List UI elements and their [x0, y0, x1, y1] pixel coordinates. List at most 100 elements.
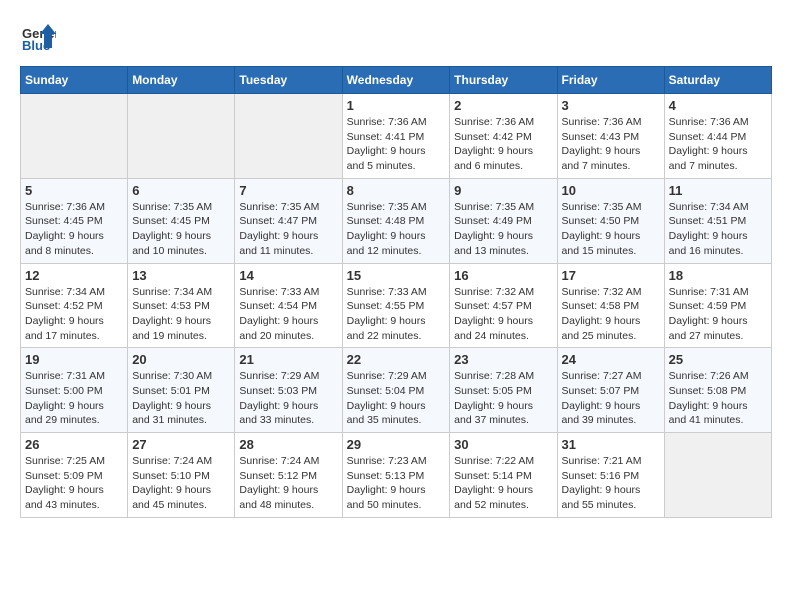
day-info: Sunrise: 7:35 AMSunset: 4:45 PMDaylight:…	[132, 200, 230, 259]
day-number: 29	[347, 437, 446, 452]
calendar-cell: 19 Sunrise: 7:31 AMSunset: 5:00 PMDayligh…	[21, 348, 128, 433]
calendar-cell: 3 Sunrise: 7:36 AMSunset: 4:43 PMDaylight…	[557, 94, 664, 179]
day-info: Sunrise: 7:22 AMSunset: 5:14 PMDaylight:…	[454, 454, 552, 513]
day-info: Sunrise: 7:21 AMSunset: 5:16 PMDaylight:…	[562, 454, 660, 513]
day-info: Sunrise: 7:35 AMSunset: 4:50 PMDaylight:…	[562, 200, 660, 259]
calendar-cell: 11Sunrise: 7:34 AMSunset: 4:51 PMDayligh…	[664, 178, 771, 263]
day-header-sunday: Sunday	[21, 67, 128, 94]
calendar-cell: 13Sunrise: 7:34 AMSunset: 4:53 PMDayligh…	[128, 263, 235, 348]
day-info: Sunrise: 7:36 AMSunset: 4:44 PMDaylight:…	[669, 115, 767, 174]
week-row-4: 26 Sunrise: 7:25 AMSunset: 5:09 PMDayligh…	[21, 433, 772, 518]
header-row: SundayMondayTuesdayWednesdayThursdayFrid…	[21, 67, 772, 94]
calendar-cell: 15 Sunrise: 7:33 AMSunset: 4:55 PMDayligh…	[342, 263, 450, 348]
calendar-cell: 17 Sunrise: 7:32 AMSunset: 4:58 PMDayligh…	[557, 263, 664, 348]
day-number: 25	[669, 352, 767, 367]
day-number: 22	[347, 352, 446, 367]
day-header-thursday: Thursday	[450, 67, 557, 94]
day-header-friday: Friday	[557, 67, 664, 94]
day-header-tuesday: Tuesday	[235, 67, 342, 94]
day-number: 3	[562, 98, 660, 113]
day-info: Sunrise: 7:36 AMSunset: 4:45 PMDaylight:…	[25, 200, 123, 259]
week-row-0: 1 Sunrise: 7:36 AMSunset: 4:41 PMDaylight…	[21, 94, 772, 179]
day-number: 30	[454, 437, 552, 452]
day-number: 8	[347, 183, 446, 198]
calendar-cell: 29 Sunrise: 7:23 AMSunset: 5:13 PMDayligh…	[342, 433, 450, 518]
day-number: 27	[132, 437, 230, 452]
calendar-cell: 9Sunrise: 7:35 AMSunset: 4:49 PMDaylight…	[450, 178, 557, 263]
calendar-cell: 24 Sunrise: 7:27 AMSunset: 5:07 PMDayligh…	[557, 348, 664, 433]
day-number: 6	[132, 183, 230, 198]
day-number: 28	[239, 437, 337, 452]
calendar-cell: 20 Sunrise: 7:30 AMSunset: 5:01 PMDayligh…	[128, 348, 235, 433]
calendar-cell: 16 Sunrise: 7:32 AMSunset: 4:57 PMDayligh…	[450, 263, 557, 348]
calendar-cell: 10Sunrise: 7:35 AMSunset: 4:50 PMDayligh…	[557, 178, 664, 263]
calendar-cell: 31Sunrise: 7:21 AMSunset: 5:16 PMDayligh…	[557, 433, 664, 518]
day-number: 2	[454, 98, 552, 113]
calendar-cell: 30 Sunrise: 7:22 AMSunset: 5:14 PMDayligh…	[450, 433, 557, 518]
logo-icon: General Blue	[20, 20, 56, 56]
day-number: 21	[239, 352, 337, 367]
day-info: Sunrise: 7:36 AMSunset: 4:41 PMDaylight:…	[347, 115, 446, 174]
day-info: Sunrise: 7:25 AMSunset: 5:09 PMDaylight:…	[25, 454, 123, 513]
day-number: 20	[132, 352, 230, 367]
calendar-cell	[235, 94, 342, 179]
calendar-cell: 22 Sunrise: 7:29 AMSunset: 5:04 PMDayligh…	[342, 348, 450, 433]
day-info: Sunrise: 7:29 AMSunset: 5:04 PMDaylight:…	[347, 369, 446, 428]
day-number: 4	[669, 98, 767, 113]
calendar-cell: 2 Sunrise: 7:36 AMSunset: 4:42 PMDaylight…	[450, 94, 557, 179]
calendar-cell: 25 Sunrise: 7:26 AMSunset: 5:08 PMDayligh…	[664, 348, 771, 433]
calendar-cell	[128, 94, 235, 179]
day-number: 5	[25, 183, 123, 198]
day-number: 26	[25, 437, 123, 452]
day-info: Sunrise: 7:32 AMSunset: 4:57 PMDaylight:…	[454, 285, 552, 344]
calendar-table: SundayMondayTuesdayWednesdayThursdayFrid…	[20, 66, 772, 518]
day-header-monday: Monday	[128, 67, 235, 94]
calendar-cell: 18 Sunrise: 7:31 AMSunset: 4:59 PMDayligh…	[664, 263, 771, 348]
day-number: 14	[239, 268, 337, 283]
calendar-cell: 4 Sunrise: 7:36 AMSunset: 4:44 PMDaylight…	[664, 94, 771, 179]
day-number: 11	[669, 183, 767, 198]
calendar-cell: 26 Sunrise: 7:25 AMSunset: 5:09 PMDayligh…	[21, 433, 128, 518]
calendar-cell: 27 Sunrise: 7:24 AMSunset: 5:10 PMDayligh…	[128, 433, 235, 518]
calendar-cell: 23 Sunrise: 7:28 AMSunset: 5:05 PMDayligh…	[450, 348, 557, 433]
day-number: 23	[454, 352, 552, 367]
week-row-2: 12 Sunrise: 7:34 AMSunset: 4:52 PMDayligh…	[21, 263, 772, 348]
day-info: Sunrise: 7:28 AMSunset: 5:05 PMDaylight:…	[454, 369, 552, 428]
day-number: 15	[347, 268, 446, 283]
day-info: Sunrise: 7:31 AMSunset: 5:00 PMDaylight:…	[25, 369, 123, 428]
day-number: 19	[25, 352, 123, 367]
day-number: 16	[454, 268, 552, 283]
calendar-cell	[664, 433, 771, 518]
day-header-wednesday: Wednesday	[342, 67, 450, 94]
day-number: 1	[347, 98, 446, 113]
day-info: Sunrise: 7:34 AMSunset: 4:52 PMDaylight:…	[25, 285, 123, 344]
calendar-cell: 21 Sunrise: 7:29 AMSunset: 5:03 PMDayligh…	[235, 348, 342, 433]
day-header-saturday: Saturday	[664, 67, 771, 94]
day-info: Sunrise: 7:29 AMSunset: 5:03 PMDaylight:…	[239, 369, 337, 428]
calendar-cell	[21, 94, 128, 179]
day-info: Sunrise: 7:24 AMSunset: 5:12 PMDaylight:…	[239, 454, 337, 513]
day-number: 24	[562, 352, 660, 367]
day-info: Sunrise: 7:36 AMSunset: 4:43 PMDaylight:…	[562, 115, 660, 174]
week-row-3: 19 Sunrise: 7:31 AMSunset: 5:00 PMDayligh…	[21, 348, 772, 433]
day-info: Sunrise: 7:33 AMSunset: 4:54 PMDaylight:…	[239, 285, 337, 344]
day-info: Sunrise: 7:24 AMSunset: 5:10 PMDaylight:…	[132, 454, 230, 513]
day-info: Sunrise: 7:30 AMSunset: 5:01 PMDaylight:…	[132, 369, 230, 428]
day-number: 17	[562, 268, 660, 283]
logo: General Blue	[20, 20, 60, 56]
day-info: Sunrise: 7:32 AMSunset: 4:58 PMDaylight:…	[562, 285, 660, 344]
week-row-1: 5 Sunrise: 7:36 AMSunset: 4:45 PMDaylight…	[21, 178, 772, 263]
day-number: 12	[25, 268, 123, 283]
calendar-cell: 8Sunrise: 7:35 AMSunset: 4:48 PMDaylight…	[342, 178, 450, 263]
calendar-cell: 7Sunrise: 7:35 AMSunset: 4:47 PMDaylight…	[235, 178, 342, 263]
day-info: Sunrise: 7:33 AMSunset: 4:55 PMDaylight:…	[347, 285, 446, 344]
calendar-cell: 6 Sunrise: 7:35 AMSunset: 4:45 PMDaylight…	[128, 178, 235, 263]
day-info: Sunrise: 7:26 AMSunset: 5:08 PMDaylight:…	[669, 369, 767, 428]
day-info: Sunrise: 7:23 AMSunset: 5:13 PMDaylight:…	[347, 454, 446, 513]
day-info: Sunrise: 7:27 AMSunset: 5:07 PMDaylight:…	[562, 369, 660, 428]
calendar-cell: 14 Sunrise: 7:33 AMSunset: 4:54 PMDayligh…	[235, 263, 342, 348]
calendar-cell: 5 Sunrise: 7:36 AMSunset: 4:45 PMDaylight…	[21, 178, 128, 263]
day-number: 18	[669, 268, 767, 283]
day-info: Sunrise: 7:31 AMSunset: 4:59 PMDaylight:…	[669, 285, 767, 344]
day-info: Sunrise: 7:36 AMSunset: 4:42 PMDaylight:…	[454, 115, 552, 174]
